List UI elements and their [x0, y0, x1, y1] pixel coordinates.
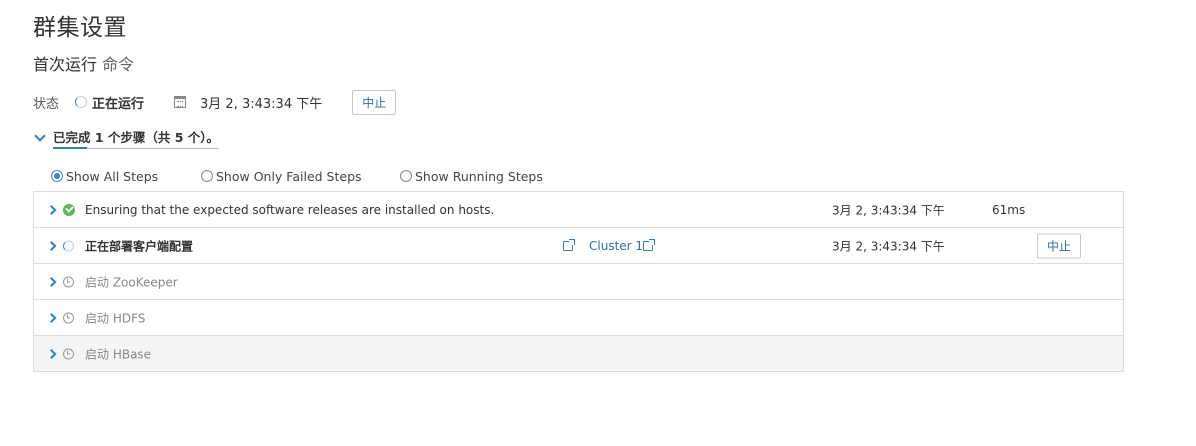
page-title: 群集设置: [33, 15, 127, 41]
step-row[interactable]: 正在部署客户端配置 Cluster 1 3月 2, 3:43:34 下午 中止: [34, 228, 1123, 264]
running-spinner-icon: [63, 240, 74, 251]
abort-step-button[interactable]: 中止: [1037, 233, 1082, 258]
step-row[interactable]: 启动 HBase: [34, 336, 1123, 372]
filter-all-steps[interactable]: Show All Steps: [51, 169, 201, 184]
clock-icon: [63, 312, 74, 323]
chevron-down-icon: [34, 130, 46, 142]
step-duration: 61ms: [992, 202, 1026, 217]
radio-all-steps[interactable]: [51, 170, 63, 182]
step-name: 启动 HDFS: [85, 311, 146, 325]
step-name: 启动 ZooKeeper: [85, 275, 178, 289]
filter-running-steps[interactable]: Show Running Steps: [400, 169, 543, 184]
step-row[interactable]: 启动 ZooKeeper: [34, 264, 1123, 300]
status-value: 正在运行: [92, 96, 145, 112]
cluster-link[interactable]: Cluster 1: [589, 239, 643, 253]
filter-running-steps-label: Show Running Steps: [415, 168, 543, 184]
filter-all-steps-label: Show All Steps: [66, 168, 159, 184]
filter-failed-steps[interactable]: Show Only Failed Steps: [201, 169, 400, 184]
steps-summary-toggle[interactable]: 已完成 1 个步骤（共 5 个）。: [33, 127, 220, 149]
step-time: 3月 2, 3:43:34 下午: [832, 203, 945, 217]
clock-icon: [63, 276, 74, 287]
step-row[interactable]: 启动 HDFS: [34, 300, 1123, 336]
external-link-icon[interactable]: [643, 238, 655, 251]
step-name: 正在部署客户端配置: [85, 239, 194, 253]
calendar-icon: [174, 96, 187, 108]
radio-failed-steps[interactable]: [201, 170, 213, 182]
status-time: 3月 2, 3:43:34 下午: [200, 96, 323, 112]
external-link-icon[interactable]: [563, 238, 575, 251]
steps-summary-text: 已完成 1 个步骤（共 5 个）。: [53, 127, 220, 149]
check-circle-icon: [63, 203, 75, 216]
chevron-right-icon[interactable]: [46, 348, 57, 359]
step-time: 3月 2, 3:43:34 下午: [832, 239, 945, 253]
command-subtitle: 首次运行 命令: [33, 51, 134, 75]
command-name: 首次运行: [33, 55, 98, 74]
status-row: 状态 正在运行 3月 2, 3:43:34 下午 中止: [33, 89, 397, 115]
step-row[interactable]: Ensuring that the expected software rele…: [34, 192, 1123, 228]
chevron-right-icon[interactable]: [46, 204, 57, 215]
steps-table: Ensuring that the expected software rele…: [33, 191, 1124, 372]
chevron-right-icon[interactable]: [46, 276, 57, 287]
chevron-right-icon[interactable]: [46, 312, 57, 323]
abort-command-button[interactable]: 中止: [352, 89, 397, 115]
step-name: Ensuring that the expected software rele…: [85, 202, 495, 217]
running-spinner-icon: [75, 96, 88, 108]
filter-failed-steps-label: Show Only Failed Steps: [216, 168, 362, 184]
command-label: 命令: [102, 55, 135, 74]
status-label: 状态: [33, 96, 60, 112]
step-name: 启动 HBase: [85, 347, 152, 361]
step-filters: Show All Steps Show Only Failed Steps Sh…: [51, 166, 543, 186]
chevron-right-icon[interactable]: [46, 240, 57, 251]
clock-icon: [63, 348, 74, 359]
radio-running-steps[interactable]: [400, 170, 412, 182]
